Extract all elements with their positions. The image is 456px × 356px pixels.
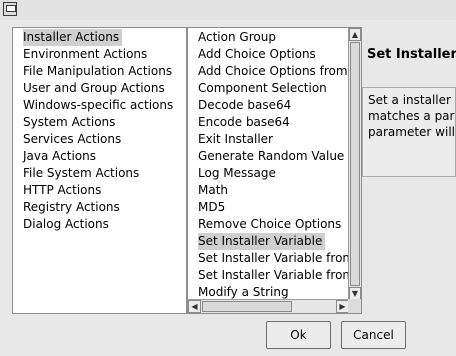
detail-title: Set Installer V xyxy=(367,47,456,62)
action-item[interactable]: Set Installer Variable from F xyxy=(198,250,361,267)
action-item-label: Set Installer Variable from F xyxy=(198,268,362,282)
action-item[interactable]: Log Message xyxy=(198,165,348,182)
category-item[interactable]: HTTP Actions xyxy=(23,182,173,199)
category-item[interactable]: File System Actions xyxy=(23,165,173,182)
horizontal-scrollbar[interactable]: ◀ ▶ xyxy=(188,299,349,313)
category-list[interactable]: Installer Actions Environment Actions Fi… xyxy=(12,27,187,314)
title-bar xyxy=(0,0,456,20)
action-item[interactable]: Add Choice Options from Te xyxy=(198,63,361,80)
category-item[interactable]: File Manipulation Actions xyxy=(23,63,173,80)
action-item-label: Log Message xyxy=(198,166,276,180)
action-item-label: Encode base64 xyxy=(198,115,290,129)
description-line: parameter will be xyxy=(368,125,455,139)
category-item-label: Environment Actions xyxy=(23,47,148,61)
action-item-label: Set Installer Variable xyxy=(198,233,326,250)
category-item-label: User and Group Actions xyxy=(23,81,165,95)
description-box: Set a installer va matches a paran param… xyxy=(362,87,456,177)
action-item[interactable]: Math xyxy=(198,182,348,199)
action-item[interactable]: Encode base64 xyxy=(198,114,348,131)
action-list[interactable]: Action Group Add Choice Options Add Choi… xyxy=(187,27,362,314)
action-item-label: Add Choice Options from Te xyxy=(198,64,362,78)
action-item-label: Set Installer Variable from F xyxy=(198,251,362,265)
category-item[interactable]: Dialog Actions xyxy=(23,216,173,233)
category-item-label: System Actions xyxy=(23,115,116,129)
category-item[interactable]: System Actions xyxy=(23,114,173,131)
category-item-label: Services Actions xyxy=(23,132,122,146)
action-item-label: Add Choice Options xyxy=(198,47,316,61)
category-item-label: Dialog Actions xyxy=(23,217,109,231)
scroll-left-icon[interactable]: ◀ xyxy=(188,300,201,313)
action-item-label: Action Group xyxy=(198,30,276,44)
action-item[interactable]: Set Installer Variable xyxy=(198,233,348,250)
cancel-button[interactable]: Cancel xyxy=(341,321,406,349)
category-item-label: Registry Actions xyxy=(23,200,120,214)
category-item[interactable]: Java Actions xyxy=(23,148,173,165)
action-item-label: Exit Installer xyxy=(198,132,273,146)
category-item[interactable]: Services Actions xyxy=(23,131,173,148)
category-item[interactable]: User and Group Actions xyxy=(23,80,173,97)
category-item[interactable]: Windows-specific actions xyxy=(23,97,173,114)
action-item[interactable]: Exit Installer xyxy=(198,131,348,148)
horizontal-scroll-thumb[interactable] xyxy=(202,301,292,312)
description-line: matches a paran xyxy=(368,109,455,123)
action-item[interactable]: Remove Choice Options xyxy=(198,216,348,233)
category-item-label: Java Actions xyxy=(23,149,96,163)
category-item[interactable]: Environment Actions xyxy=(23,46,173,63)
action-item-label: Remove Choice Options xyxy=(198,217,342,231)
ok-button[interactable]: Ok xyxy=(266,321,331,349)
action-item-label: Decode base64 xyxy=(198,98,292,112)
action-item-label: Generate Random Value xyxy=(198,149,345,163)
action-item[interactable]: Decode base64 xyxy=(198,97,348,114)
action-item-label: MD5 xyxy=(198,200,226,214)
action-item[interactable]: Action Group xyxy=(198,29,348,46)
vertical-scrollbar[interactable]: ▲ ▼ xyxy=(348,28,361,300)
action-item-label: Math xyxy=(198,183,229,197)
action-item[interactable]: Component Selection xyxy=(198,80,348,97)
detail-panel: Set Installer V Set a installer va match… xyxy=(362,27,456,314)
category-item-label: File Manipulation Actions xyxy=(23,64,173,78)
action-item[interactable]: Generate Random Value xyxy=(198,148,348,165)
action-item[interactable]: Add Choice Options xyxy=(198,46,348,63)
category-item-label: Installer Actions xyxy=(23,29,123,46)
action-item[interactable]: Set Installer Variable from F xyxy=(198,267,361,284)
category-item-label: HTTP Actions xyxy=(23,183,102,197)
scroll-corner xyxy=(348,299,361,313)
category-item-label: File System Actions xyxy=(23,166,140,180)
category-item[interactable]: Registry Actions xyxy=(23,199,173,216)
category-item[interactable]: Installer Actions xyxy=(23,29,173,46)
description-line: Set a installer va xyxy=(368,93,455,107)
action-item-label: Component Selection xyxy=(198,81,327,95)
scroll-thumb[interactable] xyxy=(350,42,360,286)
scroll-up-icon[interactable]: ▲ xyxy=(349,28,361,41)
category-item-label: Windows-specific actions xyxy=(23,98,174,112)
window-menu-icon[interactable] xyxy=(3,2,17,16)
action-item-label: Modify a String xyxy=(198,285,289,299)
action-item[interactable]: MD5 xyxy=(198,199,348,216)
